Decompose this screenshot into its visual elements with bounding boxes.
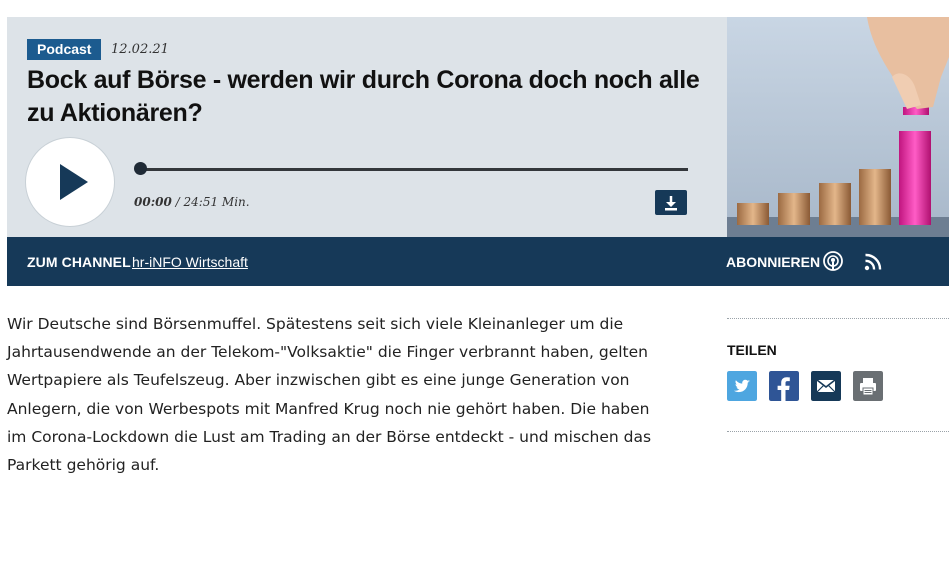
play-button[interactable] xyxy=(28,140,112,224)
channel-bar: ZUM CHANNEL hr-iNFO Wirtschaft ABONNIERE… xyxy=(7,237,949,286)
share-box: TEILEN xyxy=(727,318,949,432)
share-label: TEILEN xyxy=(727,342,777,358)
podcast-icon[interactable] xyxy=(822,250,844,272)
time-total: 24:51 Min. xyxy=(183,195,250,209)
facebook-icon[interactable] xyxy=(769,371,799,401)
subscribe-button[interactable]: ABONNIEREN xyxy=(726,254,820,270)
podcast-player: Podcast 12.02.21 Bock auf Börse - werden… xyxy=(7,17,727,237)
progress-track[interactable] xyxy=(140,168,688,171)
print-icon[interactable] xyxy=(853,371,883,401)
progress-handle[interactable] xyxy=(134,162,147,175)
publish-date: 12.02.21 xyxy=(111,42,169,57)
share-divider-bottom xyxy=(727,431,949,432)
play-icon xyxy=(60,164,88,200)
download-button[interactable] xyxy=(655,190,687,215)
channel-link[interactable]: hr-iNFO Wirtschaft xyxy=(132,254,248,270)
twitter-icon[interactable] xyxy=(727,371,757,401)
mail-icon[interactable] xyxy=(811,371,841,401)
podcast-title: Bock auf Börse - werden wir durch Corona… xyxy=(27,66,700,127)
time-separator: / xyxy=(175,195,180,209)
rss-icon[interactable] xyxy=(864,253,882,271)
article-text: Wir Deutsche sind Börsenmuffel. Späteste… xyxy=(7,315,652,475)
channel-label: ZUM CHANNEL xyxy=(27,254,131,270)
time-display: 00:00 / 24:51 Min. xyxy=(134,195,250,209)
podcast-badge: Podcast xyxy=(27,39,102,60)
time-current: 00:00 xyxy=(134,195,172,209)
download-icon xyxy=(665,196,677,211)
share-divider-top xyxy=(727,318,949,319)
podcast-thumbnail xyxy=(727,17,949,237)
